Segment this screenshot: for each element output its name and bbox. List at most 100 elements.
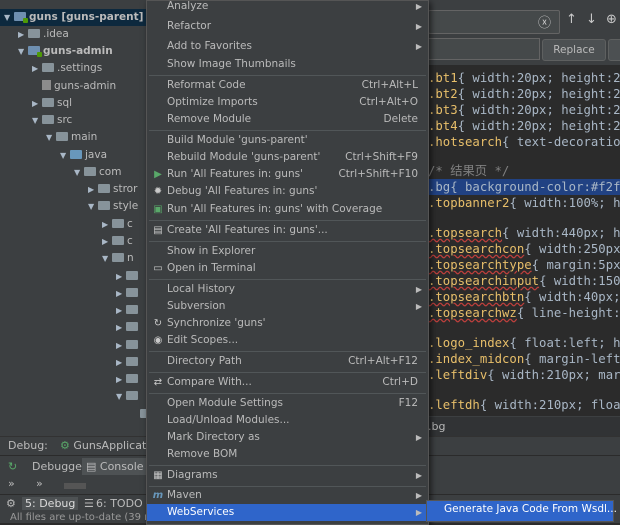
tree-node[interactable]: ▶ sql [32,95,72,112]
previous-occurrence-icon[interactable]: ↑ [566,12,577,27]
compare-icon: ⇄ [153,377,163,388]
tree-node[interactable]: ▶ [116,319,141,336]
folder-icon [56,132,68,141]
tree-node[interactable]: ▶ [116,337,141,354]
menu-item-refactor[interactable]: Refactor ▶ [147,18,428,35]
replace-field[interactable] [428,38,540,60]
expand-arrow-icon[interactable]: ▶ [116,268,126,285]
menu-item-remove-module[interactable]: Remove Module Delete [147,111,428,128]
tree-node[interactable]: ▼ src [32,112,72,129]
menu-item-show-image-thumbnails[interactable]: Show Image Thumbnails [147,56,428,73]
submenu-arrow-icon: ▶ [415,22,422,31]
expand-icon[interactable]: » [8,477,15,490]
tree-node[interactable]: ▶ .settings [32,60,102,77]
more-icon[interactable]: » [36,477,43,490]
menu-item-compare-with[interactable]: ⇄ Compare With... Ctrl+D [147,374,428,391]
menu-item-edit-scopes[interactable]: ◉ Edit Scopes... [147,332,428,349]
next-occurrence-icon[interactable]: ↓ [586,12,597,27]
menu-item-reformat-code[interactable]: Reformat Code Ctrl+Alt+L [147,77,428,94]
replace-all-button[interactable] [608,39,620,61]
collapse-arrow-icon[interactable]: ▼ [18,43,28,60]
expand-arrow-icon[interactable]: ▶ [116,371,126,388]
expand-arrow-icon[interactable]: ▶ [102,233,112,250]
expand-arrow-icon[interactable]: ▶ [32,95,42,112]
expand-arrow-icon[interactable]: ▶ [116,337,126,354]
scrollbar[interactable] [64,483,86,489]
menu-item-create-all-features-in-guns[interactable]: ▤ Create 'All Features in: guns'... [147,222,428,239]
collapse-arrow-icon[interactable]: ▼ [88,198,98,215]
menu-item-label: Remove BOM [167,448,238,460]
tree-node[interactable]: ▶ c [102,216,133,233]
tree-node[interactable]: ▼ [116,388,141,405]
tree-node[interactable]: ▶ stror [88,181,137,198]
code-editor[interactable]: .bt1{ width:20px; height:20 .bt2{ width:2… [426,66,620,416]
menu-item-rebuild-module-guns-parent[interactable]: Rebuild Module 'guns-parent' Ctrl+Shift+F… [147,149,428,166]
collapse-arrow-icon[interactable]: ▼ [32,112,42,129]
code-line: .topsearchinput{ width:150p [428,274,620,288]
menu-item-synchronize-guns[interactable]: ↻ Synchronize 'guns' [147,315,428,332]
expand-arrow-icon[interactable]: ▶ [116,319,126,336]
menu-item-run-all-features-in-guns-with-coverage[interactable]: ▣ Run 'All Features in: guns' with Covera… [147,201,428,218]
tree-node[interactable]: ▶ c [102,233,133,250]
tree-node[interactable]: ▶ .idea [18,26,69,43]
menu-item-subversion[interactable]: Subversion ▶ [147,298,428,315]
tool-tab-debug[interactable]: 5: Debug [22,497,79,510]
collapse-arrow-icon[interactable]: ▼ [74,164,84,181]
expand-arrow-icon[interactable]: ▶ [88,181,98,198]
menu-item-analyze[interactable]: Analyze ▶ [147,0,428,15]
tree-node[interactable]: ▶ [116,268,141,285]
menu-item-optimize-imports[interactable]: Optimize Imports Ctrl+Alt+O [147,94,428,111]
collapse-arrow-icon[interactable]: ▼ [46,129,56,146]
menu-item-local-history[interactable]: Local History ▶ [147,281,428,298]
menu-item-directory-path[interactable]: Directory Path Ctrl+Alt+F12 [147,353,428,370]
menu-item-open-in-terminal[interactable]: ▭ Open in Terminal [147,260,428,277]
tree-node[interactable]: ▼ main [46,129,97,146]
submenu-arrow-icon: ▶ [415,42,422,51]
tree-node[interactable]: ▶ [116,371,141,388]
generate-java-code-from-wsdl-item[interactable]: Generate Java Code From Wsdl... [444,503,617,515]
rerun-icon[interactable]: ↻ [4,458,21,475]
tree-node[interactable]: ▶ [116,285,141,302]
replace-button[interactable]: Replace [542,39,606,61]
expand-arrow-icon[interactable]: ▶ [102,216,112,233]
clear-search-icon[interactable]: ⓧ [538,12,551,31]
collapse-arrow-icon[interactable]: ▼ [4,9,14,26]
debug-label: Debug: [8,439,48,452]
tree-node[interactable]: ▼ n [102,250,134,267]
tree-node[interactable]: ▶ [116,302,141,319]
menu-item-show-in-explorer[interactable]: Show in Explorer [147,243,428,260]
tool-tab-todo[interactable]: 6: TODO [96,497,143,510]
find-all-icon[interactable]: ⊕ [606,12,617,27]
tree-node[interactable]: ▼ style [88,198,138,215]
menu-item-mark-directory-as[interactable]: Mark Directory as ▶ [147,429,428,446]
submenu-arrow-icon: ▶ [415,302,422,311]
expand-arrow-icon[interactable]: ▶ [18,26,28,43]
webservices-submenu[interactable]: Generate Java Code From Wsdl... [426,500,617,522]
expand-arrow-icon[interactable]: ▶ [116,302,126,319]
menu-item-open-module-settings[interactable]: Open Module Settings F12 [147,395,428,412]
menu-item-diagrams[interactable]: ▦ Diagrams ▶ [147,467,428,484]
menu-item-add-to-favorites[interactable]: Add to Favorites ▶ [147,38,428,55]
collapse-arrow-icon[interactable]: ▼ [102,250,112,267]
tree-node[interactable]: ▼ guns [guns-parent] D [0,9,150,26]
console-tab[interactable]: ▤ Console [82,458,148,475]
menu-item-webservices[interactable]: WebServices ▶ [147,504,428,521]
debug-session-tab[interactable]: ⚙ GunsApplicatio [60,439,156,452]
collapse-arrow-icon[interactable]: ▼ [116,388,126,405]
tree-node[interactable]: ▼ guns-admin [18,43,113,60]
tree-node[interactable]: ▶ [116,354,141,371]
expand-arrow-icon[interactable]: ▶ [32,60,42,77]
menu-item-load-unload-modules[interactable]: Load/Unload Modules... [147,412,428,429]
expand-arrow-icon[interactable]: ▶ [116,354,126,371]
menu-item-build-module-guns-parent[interactable]: Build Module 'guns-parent' [147,132,428,149]
collapse-arrow-icon[interactable]: ▼ [60,147,70,164]
editor-breadcrumb[interactable]: .bg [426,416,620,437]
expand-arrow-icon[interactable]: ▶ [116,285,126,302]
tree-node[interactable]: guns-admin [32,78,116,95]
menu-item-run-all-features-in-guns[interactable]: ▶ Run 'All Features in: guns' Ctrl+Shift+F… [147,166,428,183]
tree-node[interactable]: ▼ java [60,147,107,164]
menu-item-remove-bom[interactable]: Remove BOM [147,446,428,463]
tree-node[interactable]: ▼ com [74,164,121,181]
menu-item-debug-all-features-in-guns[interactable]: ✹ Debug 'All Features in: guns' [147,183,428,200]
menu-item-maven[interactable]: m Maven ▶ [147,487,428,504]
